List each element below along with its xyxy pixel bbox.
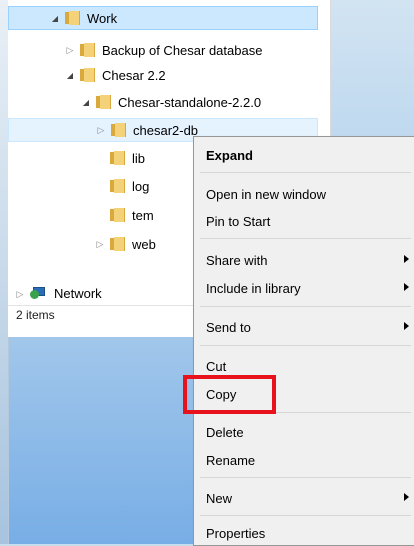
submenu-arrow-icon xyxy=(404,255,409,263)
menu-item-label: Share with xyxy=(206,252,268,268)
menu-item-pin-to-start[interactable]: Pin to Start xyxy=(196,208,414,234)
context-menu: Expand Open in new window Pin to Start S… xyxy=(193,136,414,546)
menu-item-properties[interactable]: Properties xyxy=(196,520,414,546)
tree-item-work[interactable]: ◢ Work xyxy=(8,6,318,30)
tree-item-label: Chesar-standalone-2.2.0 xyxy=(118,94,262,110)
menu-item-label: New xyxy=(206,490,233,506)
menu-separator xyxy=(200,345,411,346)
tree-item-label: Network xyxy=(54,286,102,300)
folder-icon xyxy=(110,151,126,165)
menu-separator xyxy=(200,172,411,173)
menu-separator xyxy=(200,515,411,516)
collapsed-arrow-icon[interactable]: ▷ xyxy=(14,288,26,300)
menu-item-open-in-new-window[interactable]: Open in new window xyxy=(196,181,414,207)
collapsed-arrow-icon[interactable]: ▷ xyxy=(95,124,107,136)
menu-item-label: Send to xyxy=(206,319,251,335)
submenu-arrow-icon xyxy=(404,493,409,501)
collapsed-arrow-icon[interactable]: ▷ xyxy=(64,44,76,56)
expanded-arrow-icon[interactable]: ◢ xyxy=(80,96,92,108)
menu-item-send-to[interactable]: Send to xyxy=(196,314,414,340)
expanded-arrow-icon[interactable]: ◢ xyxy=(49,12,61,24)
menu-item-label: Properties xyxy=(206,525,266,541)
tree-item-label: Backup of Chesar database xyxy=(102,42,263,58)
folder-icon xyxy=(110,237,126,251)
tree-item-chesar-2-2[interactable]: ◢ Chesar 2.2 xyxy=(8,63,364,87)
menu-item-label: Pin to Start xyxy=(206,213,271,229)
menu-item-label: Include in library xyxy=(206,280,301,296)
menu-item-delete[interactable]: Delete xyxy=(196,419,414,445)
expanded-arrow-icon[interactable]: ◢ xyxy=(64,69,76,81)
folder-icon xyxy=(80,68,96,82)
submenu-arrow-icon xyxy=(404,283,409,291)
menu-item-label: Open in new window xyxy=(206,186,326,202)
menu-item-label: Delete xyxy=(206,424,244,440)
tree-item-chesar-standalone-2-2-0[interactable]: ◢ Chesar-standalone-2.2.0 xyxy=(8,90,380,114)
menu-item-share-with[interactable]: Share with xyxy=(196,247,414,273)
menu-item-include-in-library[interactable]: Include in library xyxy=(196,275,414,301)
folder-icon xyxy=(65,11,81,25)
tree-item-label: lib xyxy=(132,150,146,166)
tree-item-label: log xyxy=(132,178,150,194)
menu-item-label: Expand xyxy=(206,147,253,163)
folder-icon xyxy=(111,123,127,137)
copy-highlight-box xyxy=(183,375,276,414)
tree-item-label: Work xyxy=(87,10,118,26)
menu-separator xyxy=(200,238,411,239)
collapsed-arrow-icon[interactable]: ▷ xyxy=(94,238,106,250)
menu-item-new[interactable]: New xyxy=(196,485,414,511)
folder-icon xyxy=(80,43,96,57)
menu-item-label: Rename xyxy=(206,452,256,468)
folder-icon xyxy=(96,95,112,109)
menu-separator xyxy=(200,477,411,478)
network-icon xyxy=(30,287,48,299)
tree-item-label: web xyxy=(132,236,156,252)
tree-item-backup-of-chesar-database[interactable]: ▷ Backup of Chesar database xyxy=(8,38,364,62)
tree-item-network[interactable]: ▷ Network xyxy=(8,282,194,300)
folder-icon xyxy=(110,208,126,222)
menu-separator xyxy=(200,306,411,307)
item-count: 2 items xyxy=(16,308,55,322)
tree-item-label: Chesar 2.2 xyxy=(102,67,166,83)
folder-icon xyxy=(110,179,126,193)
tree-item-label: tem xyxy=(132,207,154,223)
submenu-arrow-icon xyxy=(404,322,409,330)
tree-item-label: chesar2-db xyxy=(133,122,199,138)
menu-item-rename[interactable]: Rename xyxy=(196,447,414,473)
menu-item-label: Cut xyxy=(206,358,227,374)
menu-item-expand[interactable]: Expand xyxy=(196,142,414,168)
